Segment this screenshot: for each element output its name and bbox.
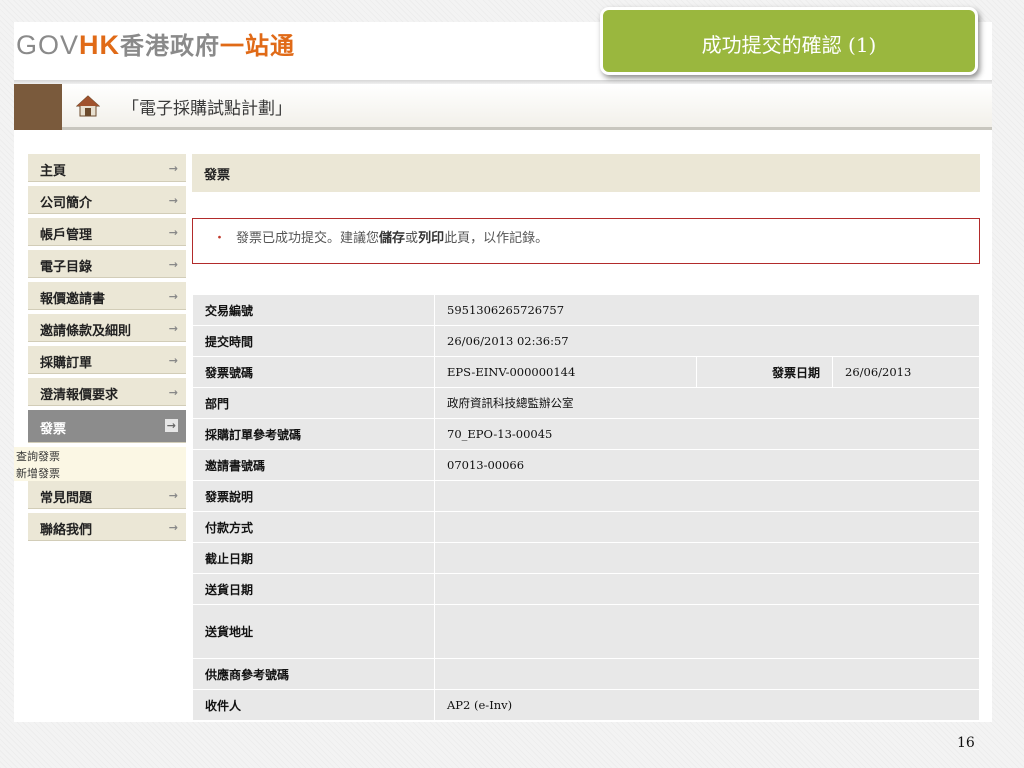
sidebar-nav: 主頁 → 公司簡介 → 帳戶管理 → 電子目錄 → 報價邀請書 → 邀請條款及細則 → 採購… — [14, 154, 186, 545]
table-row: 邀請書號碼 07013-00066 — [192, 449, 980, 481]
table-row: 提交時間 26/06/2013 02:36:57 — [192, 325, 980, 357]
bullet-icon: ・ — [213, 231, 227, 246]
field-label: 提交時間 — [192, 325, 435, 357]
field-label: 採購訂單參考號碼 — [192, 418, 435, 450]
field-value: 政府資訊科技總監辦公室 — [434, 387, 980, 419]
sidebar-item-label: 報價邀請書 — [40, 292, 106, 307]
arrow-right-icon: → — [168, 386, 178, 399]
home-icon[interactable] — [76, 95, 100, 117]
arrow-right-icon: → — [168, 489, 178, 502]
govhk-logo[interactable]: GOVHK香港政府一站通 — [16, 26, 295, 61]
sidebar-item-home[interactable]: 主頁 → — [28, 154, 186, 182]
field-value: 07013-00066 — [434, 449, 980, 481]
arrow-right-icon: → — [168, 258, 178, 271]
field-label: 送貨地址 — [192, 604, 435, 659]
sidebar-item-label: 主頁 — [40, 164, 67, 179]
sidebar-subitem-search-invoice[interactable]: 查詢發票 — [14, 447, 186, 464]
portal-screenshot: GOVHK香港政府一站通 「電子採購試點計劃」 主頁 → 公司簡介 → 帳戶管理 → … — [14, 22, 992, 722]
table-row: 部門 政府資訊科技總監辦公室 — [192, 387, 980, 419]
table-row: 收件人 AP2 (e-Inv) — [192, 689, 980, 721]
sidebar-item-faq[interactable]: 常見問題 → — [28, 481, 186, 509]
sidebar-item-label: 採購訂單 — [40, 356, 93, 371]
arrow-right-icon: → — [168, 162, 178, 175]
field-label: 收件人 — [192, 689, 435, 721]
invoice-details-table: 交易編號 5951306265726757 提交時間 26/06/2013 02:3… — [192, 294, 980, 721]
field-value: AP2 (e-Inv) — [434, 689, 980, 721]
sidebar-subitem-new-invoice[interactable]: 新增發票 — [14, 464, 186, 481]
logo-chinese-text: 香港政府 — [120, 32, 221, 60]
success-message: ・發票已成功提交。建議您儲存或列印此頁，以作記錄。 — [192, 218, 980, 264]
field-value: EPS-EINV-000000144 — [434, 356, 697, 388]
message-text-end: 此頁，以作記錄。 — [444, 231, 549, 246]
table-row: 截止日期 — [192, 542, 980, 574]
sidebar-item-label: 公司簡介 — [40, 196, 93, 211]
sidebar-item-label: 澄清報價要求 — [40, 388, 119, 403]
main-content: 發票 ・發票已成功提交。建議您儲存或列印此頁，以作記錄。 交易編號 5951306… — [192, 154, 980, 721]
sidebar-item-label: 電子目錄 — [40, 260, 93, 275]
table-row: 付款方式 — [192, 511, 980, 543]
logo-hk-text: HK — [79, 30, 121, 60]
sidebar-item-quotation-invitation[interactable]: 報價邀請書 → — [28, 282, 186, 310]
arrow-right-icon: → — [168, 290, 178, 303]
field-label: 供應商參考號碼 — [192, 658, 435, 690]
sidebar-item-terms[interactable]: 邀請條款及細則 → — [28, 314, 186, 342]
sidebar-item-catalogue[interactable]: 電子目錄 → — [28, 250, 186, 278]
arrow-right-icon: → — [168, 226, 178, 239]
sidebar-item-label: 聯絡我們 — [40, 523, 93, 538]
field-label: 交易編號 — [192, 294, 435, 326]
table-row: 發票號碼 EPS-EINV-000000144 發票日期 26/06/2013 — [192, 356, 980, 388]
field-value — [434, 480, 980, 512]
slide-title-box: 成功提交的確認 (1) — [600, 7, 978, 75]
message-or-text: 或 — [405, 231, 419, 246]
table-row: 供應商參考號碼 — [192, 658, 980, 690]
logo-gov-text: GOV — [16, 30, 80, 60]
field-label: 送貨日期 — [192, 573, 435, 605]
arrow-right-icon: → — [164, 419, 178, 432]
field-label: 截止日期 — [192, 542, 435, 574]
page-number: 16 — [957, 735, 975, 751]
program-banner: 「電子採購試點計劃」 — [14, 84, 992, 130]
table-row: 送貨地址 — [192, 604, 980, 659]
arrow-right-icon: → — [168, 354, 178, 367]
field-value — [434, 542, 980, 574]
field-value: 26/06/2013 02:36:57 — [434, 325, 980, 357]
sidebar-item-clarification[interactable]: 澄清報價要求 → — [28, 378, 186, 406]
table-row: 交易編號 5951306265726757 — [192, 294, 980, 326]
table-row: 採購訂單參考號碼 70_EPO-13-00045 — [192, 418, 980, 450]
arrow-right-icon: → — [168, 194, 178, 207]
section-title: 發票 — [192, 154, 980, 192]
sidebar-item-contact[interactable]: 聯絡我們 → — [28, 513, 186, 541]
field-value — [434, 604, 980, 659]
sidebar-item-invoice[interactable]: 發票 → — [28, 410, 186, 443]
field-label: 付款方式 — [192, 511, 435, 543]
field-value — [434, 573, 980, 605]
table-row: 發票說明 — [192, 480, 980, 512]
save-link[interactable]: 儲存 — [379, 231, 405, 246]
sidebar-item-label: 常見問題 — [40, 491, 93, 506]
field-value: 5951306265726757 — [434, 294, 980, 326]
field-value — [434, 658, 980, 690]
field-label: 部門 — [192, 387, 435, 419]
banner-accent — [14, 84, 62, 130]
field-value: 26/06/2013 — [832, 356, 980, 388]
sidebar-item-label: 帳戶管理 — [40, 228, 93, 243]
sidebar-item-label: 邀請條款及細則 — [40, 324, 132, 339]
field-label: 發票號碼 — [192, 356, 435, 388]
field-value — [434, 511, 980, 543]
sidebar-item-account[interactable]: 帳戶管理 → — [28, 218, 186, 246]
sidebar-item-company-profile[interactable]: 公司簡介 → — [28, 186, 186, 214]
field-label: 發票日期 — [696, 356, 833, 388]
field-label: 邀請書號碼 — [192, 449, 435, 481]
arrow-right-icon: → — [168, 521, 178, 534]
logo-one-stop-text: 一站通 — [220, 32, 296, 60]
arrow-right-icon: → — [168, 322, 178, 335]
table-row: 送貨日期 — [192, 573, 980, 605]
sidebar-item-purchase-order[interactable]: 採購訂單 → — [28, 346, 186, 374]
banner-title: 「電子採購試點計劃」 — [122, 99, 292, 119]
field-label: 發票說明 — [192, 480, 435, 512]
field-value: 70_EPO-13-00045 — [434, 418, 980, 450]
print-link[interactable]: 列印 — [418, 231, 444, 246]
message-text: 發票已成功提交。建議您 — [236, 231, 380, 246]
sidebar-item-label: 發票 — [40, 422, 67, 437]
